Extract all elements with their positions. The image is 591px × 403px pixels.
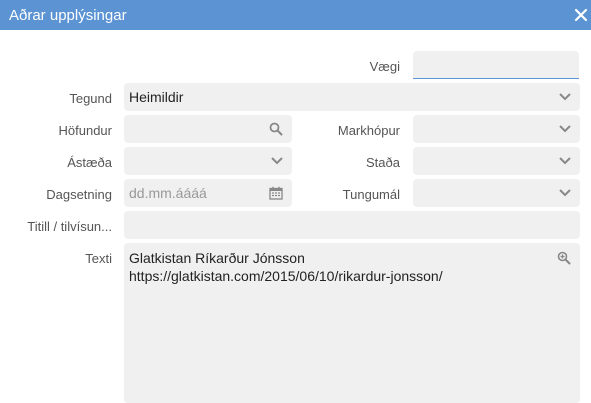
texti-textarea[interactable]: Glatkistan Ríkarður Jónsson https://glat… (124, 243, 580, 403)
astaeda-label: Ástæða (67, 155, 112, 170)
vaegi-label: Vægi (369, 59, 400, 74)
hofundur-label: Höfundur (58, 123, 112, 138)
calendar-icon[interactable] (269, 186, 283, 200)
tegund-label: Tegund (69, 91, 112, 106)
stada-select[interactable] (413, 147, 580, 175)
dialog-titlebar: Aðrar upplýsingar (0, 0, 591, 30)
texti-line-1: Glatkistan Ríkarður Jónsson (129, 250, 305, 266)
chevron-down-icon (559, 93, 571, 101)
tungumal-select[interactable] (413, 179, 580, 207)
chevron-down-icon (271, 157, 283, 165)
markhopur-select[interactable] (413, 115, 580, 143)
titill-label: Titill / tilvísun... (27, 219, 112, 234)
dagsetning-label: Dagsetning (46, 187, 112, 202)
search-icon[interactable] (269, 122, 283, 136)
tungumal-label: Tungumál (342, 187, 400, 202)
dialog-title: Aðrar upplýsingar (9, 7, 127, 24)
markhopur-label: Markhópur (337, 123, 400, 138)
tegund-select[interactable]: Heimildir (124, 83, 580, 111)
titill-input[interactable] (124, 211, 580, 239)
chevron-down-icon (559, 189, 571, 197)
zoom-in-icon[interactable] (557, 251, 571, 265)
close-icon[interactable] (571, 5, 591, 25)
texti-label: Texti (85, 251, 112, 266)
texti-line-2: https://glatkistan.com/2015/06/10/rikard… (129, 268, 443, 284)
chevron-down-icon (559, 157, 571, 165)
vaegi-input[interactable] (413, 51, 579, 79)
astaeda-select[interactable] (124, 147, 292, 175)
tegund-value: Heimildir (129, 89, 184, 105)
stada-label: Staða (366, 155, 400, 170)
chevron-down-icon (559, 125, 571, 133)
date-placeholder: dd.mm.áááá (129, 185, 207, 201)
dagsetning-date-input[interactable]: dd.mm.áááá (124, 179, 292, 207)
hofundur-search-input[interactable] (124, 115, 292, 143)
